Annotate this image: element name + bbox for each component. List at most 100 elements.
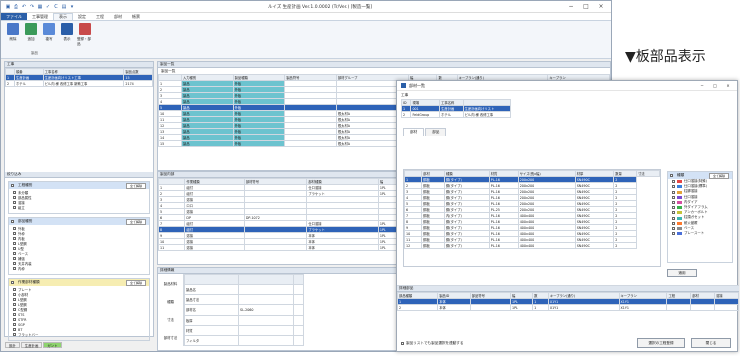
filter-checkbox[interactable] [13,323,16,326]
filter-checkbox[interactable] [13,191,16,194]
filter-checkbox[interactable] [13,196,16,199]
legend-item-checkbox[interactable] [672,200,675,204]
legend-item-checkbox[interactable] [672,211,675,215]
dropdown-icon[interactable]: ▾ [69,4,75,10]
undo-icon[interactable]: ↶ [21,4,27,10]
filter-checkbox[interactable] [13,262,16,265]
apply-button[interactable]: 適用 [667,269,697,277]
bottom-tab[interactable]: ガント [43,342,62,348]
filter-checkbox[interactable] [13,237,16,240]
legend-item-checkbox[interactable] [672,206,675,210]
filter-checkbox[interactable] [13,318,16,321]
redo-icon[interactable]: ↷ [29,4,35,10]
dialog-minimize-button[interactable]: − [697,83,707,88]
filter-item[interactable]: 内枠 [13,267,145,272]
legend-checkbox[interactable] [670,174,673,177]
filter-item[interactable]: 組立 [13,206,145,211]
minimize-button[interactable]: − [565,3,577,10]
filter-checkbox[interactable] [13,201,16,204]
ribbon-tab[interactable]: 工程 [91,13,109,20]
filter-item-label: フラットバー [18,333,39,337]
dialog-close-button[interactable]: × [723,83,733,88]
filter-checkbox[interactable] [13,227,16,230]
table-row[interactable]: 製品寸法 [183,294,305,306]
filter-item-label: 部品属性 [18,196,32,200]
ribbon-button[interactable]: 登録・部品 [77,23,93,56]
filter-checkbox[interactable] [13,252,16,255]
table-row[interactable]: 材質 [183,324,305,336]
c-icon[interactable]: C [53,4,59,10]
filter-item-label: プレート [18,288,32,292]
filter-item[interactable]: フラットバー [13,333,145,338]
ribbon-tab[interactable]: 工事管理 [27,13,53,20]
filter-checkbox[interactable] [13,267,16,270]
table-row[interactable]: 12 鋼板 鋼(タイプ) PL-16 400x400 SN490C 2 [404,242,660,249]
filter-checkbox[interactable] [13,242,16,245]
legend-item-checkbox[interactable] [672,226,675,230]
save-icon[interactable]: ▣ [5,4,11,10]
filter-checkbox[interactable] [13,257,16,260]
filter-group-checkbox[interactable] [11,281,14,284]
table-cell [238,294,294,306]
filter-clear-button[interactable]: 全て解除 [125,218,146,225]
legend-item-checkbox[interactable] [672,221,675,225]
filter-checkbox[interactable] [13,298,16,301]
register-process-button[interactable]: 選択の工程登録 [637,338,685,348]
legend-item-checkbox[interactable] [672,180,675,184]
maximize-button[interactable]: □ [580,3,592,10]
ribbon-tab[interactable]: 帳票 [127,13,145,20]
table-row[interactable]: 製品名 [183,284,305,296]
dialog-maximize-button[interactable]: □ [710,83,720,88]
filter-checkbox[interactable] [13,328,16,331]
legend-item-checkbox[interactable] [672,190,675,194]
ribbon-button[interactable]: 削除 [5,23,21,56]
bottom-tab[interactable]: 設計 [5,342,20,348]
ribbon-tab[interactable]: 部材 [109,13,127,20]
bottom-tab[interactable]: 生産計画 [20,342,43,348]
legend-item-checkbox[interactable] [672,185,675,189]
filter-checkbox[interactable] [13,288,16,291]
legend-item[interactable]: プレースート [668,231,732,236]
filter-checkbox[interactable] [13,303,16,306]
legend-item-checkbox[interactable] [672,216,675,220]
table-row[interactable]: 板厚 [183,314,305,326]
dialog-tab[interactable]: 部品 [425,128,447,136]
ribbon-tab[interactable]: 表示 [53,13,73,20]
table-cell: フィルタ [183,334,240,347]
filter-checkbox[interactable] [13,308,16,311]
ribbon-button[interactable]: 表示 [59,23,75,56]
legend-item-checkbox[interactable] [672,195,675,199]
filter-checkbox[interactable] [13,333,16,336]
filter-checkbox[interactable] [13,293,16,296]
filter-clear-button[interactable]: 全て解除 [125,279,146,286]
table-row[interactable]: 2 FeldGroup ホテル ビル内 様 改修工事 [400,111,512,118]
table-row[interactable]: フィルタ [183,334,305,347]
ribbon-button[interactable]: 複写 [41,23,57,56]
ribbon-tab[interactable]: 設定 [73,13,91,20]
filter-group-checkbox[interactable] [11,220,14,223]
close-button[interactable]: × [595,3,607,10]
table-cell [714,304,739,311]
filter-item-label: STS [18,313,25,317]
table-cell: FeldGroup [410,111,441,118]
close-dialog-button[interactable]: 閉じる [691,338,731,348]
filter-group-checkbox[interactable] [11,184,14,187]
table-row[interactable]: 部材名 SL-2060 [183,304,305,316]
legend-item-checkbox[interactable] [672,232,675,236]
filter-checkbox[interactable] [13,313,16,316]
filter-checkbox[interactable] [13,232,16,235]
ribbon-tab[interactable]: ファイル [1,13,27,20]
sync-checkbox[interactable] [401,342,404,345]
table-row[interactable]: 2 本体 1PL 1 X1Y1 X1Y1 [396,304,739,311]
grid-icon[interactable]: ▤ [61,4,67,10]
filter-checkbox[interactable] [13,247,16,250]
filter-checkbox[interactable] [13,206,16,209]
table-cell [292,334,305,347]
print-icon[interactable]: ⎙ [13,4,19,10]
legend-clear-button[interactable]: 全て解除 [708,172,729,179]
table-row[interactable]: 2 ホテル ビル内 様 改修工事 新築工事 2174 [4,80,153,87]
table-icon[interactable]: ▦ [37,4,43,10]
dialog-tab[interactable]: 部材 [403,128,425,136]
filter-clear-button[interactable]: 全て解除 [125,182,146,189]
check-icon[interactable]: ✓ [45,4,51,10]
